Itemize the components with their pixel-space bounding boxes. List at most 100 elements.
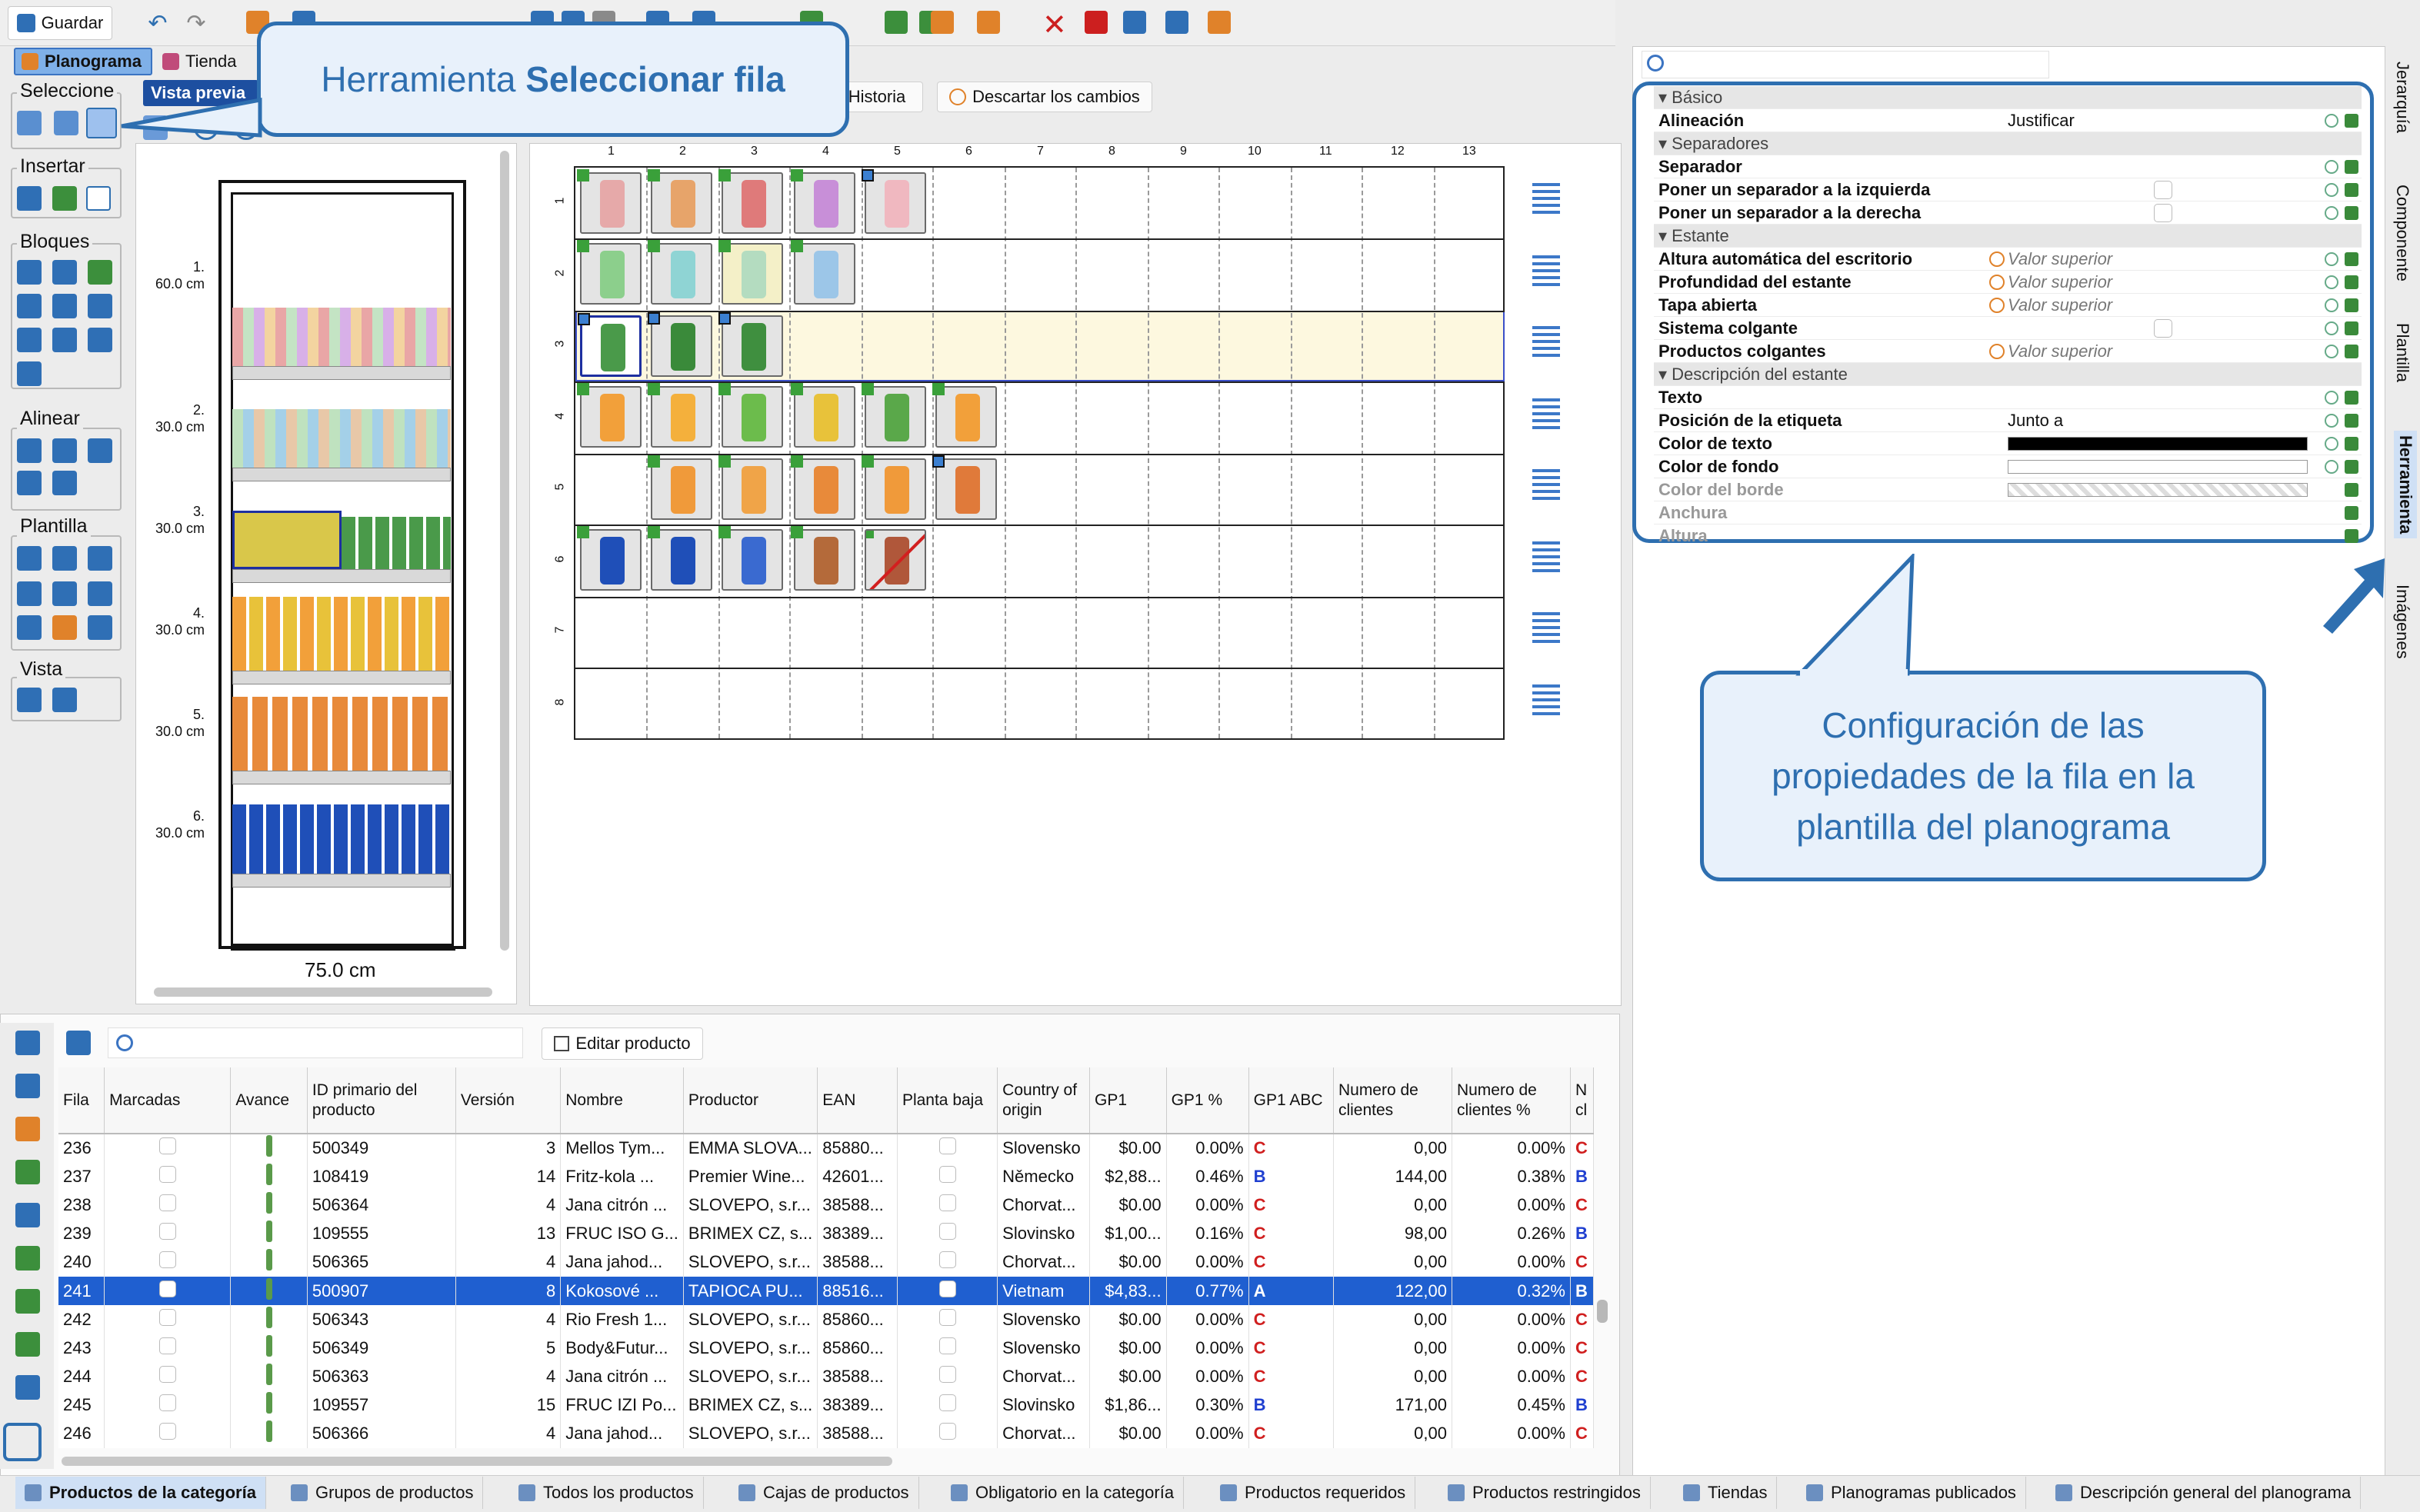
text-color-swatch[interactable] — [2008, 436, 2308, 451]
ground-floor-checkbox[interactable] — [897, 1390, 998, 1420]
separator-right-checkbox[interactable] — [2154, 203, 2172, 222]
preview-hscrollbar[interactable] — [154, 987, 492, 997]
col-planta-baja[interactable]: Planta baja — [897, 1067, 998, 1134]
product-cell[interactable] — [791, 169, 855, 234]
preview-scrollbar[interactable] — [500, 151, 509, 951]
template-tool-4[interactable] — [17, 581, 42, 606]
product-cell[interactable] — [862, 383, 926, 448]
table-vscrollbar[interactable] — [1597, 1300, 1608, 1323]
tab-template[interactable]: Plantilla — [2392, 323, 2412, 382]
sidebar-tool-7[interactable] — [15, 1289, 40, 1314]
prop-separator[interactable]: Separador — [1654, 155, 2362, 178]
marked-checkbox[interactable] — [104, 1191, 232, 1220]
checkbox[interactable] — [938, 1280, 956, 1297]
col-nombre[interactable]: Nombre — [560, 1067, 684, 1134]
swap-icon[interactable] — [1208, 11, 1231, 34]
checkbox[interactable] — [158, 1308, 176, 1326]
hanging-system-checkbox[interactable] — [2154, 318, 2172, 338]
template-tool-2[interactable] — [52, 546, 77, 571]
product-cell[interactable] — [648, 312, 712, 377]
prop-section-shelf-description[interactable]: ▾ Descripción del estante — [1654, 363, 2362, 386]
undo-button[interactable]: ↶ — [142, 6, 173, 40]
sidebar-tool-5[interactable] — [15, 1203, 40, 1227]
template-tool-3[interactable] — [88, 546, 112, 571]
tab-images[interactable]: Imágenes — [2392, 584, 2412, 659]
product-cell[interactable] — [932, 455, 997, 520]
prop-label-position[interactable]: Posición de la etiqueta Junto a — [1654, 409, 2362, 432]
prop-alignment[interactable]: Alineación Justificar — [1654, 109, 2362, 132]
prop-width[interactable]: Anchura — [1654, 501, 2362, 525]
ground-floor-checkbox[interactable] — [897, 1247, 998, 1277]
checkbox[interactable] — [938, 1366, 956, 1384]
ground-floor-checkbox[interactable] — [897, 1419, 998, 1449]
col-version[interactable]: Versión — [455, 1067, 562, 1134]
row-handle-icon[interactable] — [1532, 612, 1560, 647]
prop-text[interactable]: Texto — [1654, 386, 2362, 409]
product-cell[interactable] — [718, 383, 783, 448]
tab-planogram[interactable]: Planograma — [14, 48, 152, 75]
view-tool-1[interactable] — [17, 688, 42, 712]
checkbox[interactable] — [938, 1223, 956, 1241]
block-tool-4[interactable] — [17, 294, 42, 318]
prop-shelf-depth[interactable]: Profundidad del estante Valor superior — [1654, 271, 2362, 294]
bottom-tab-3[interactable]: Todos los productos — [509, 1477, 704, 1509]
product-cell[interactable] — [648, 526, 712, 591]
ground-floor-checkbox[interactable] — [897, 1191, 998, 1220]
col-clients[interactable]: Numero de clientes — [1333, 1067, 1452, 1134]
prop-separator-right[interactable]: Poner un separador a la derecha — [1654, 201, 2362, 225]
table-row[interactable]: 238 506364 4 Jana citrón ... SLOVEPO, s.r...… — [58, 1191, 1595, 1220]
product-cell[interactable] — [718, 526, 783, 591]
separator-left-checkbox[interactable] — [2154, 180, 2172, 199]
prop-background-color[interactable]: Color de fondo — [1654, 455, 2362, 478]
align-right-tool[interactable] — [88, 438, 112, 463]
prop-open-lid[interactable]: Tapa abierta Valor superior — [1654, 294, 2362, 317]
marked-checkbox[interactable] — [104, 1134, 232, 1163]
product-cell[interactable] — [791, 383, 855, 448]
block-tool-9[interactable] — [88, 328, 112, 352]
prop-separator-left[interactable]: Poner un separador a la izquierda — [1654, 178, 2362, 201]
marked-checkbox[interactable] — [104, 1334, 232, 1363]
bottom-tab-4[interactable]: Cajas de productos — [729, 1477, 919, 1509]
checkbox[interactable] — [938, 1308, 956, 1326]
row-handle-icon[interactable] — [1532, 326, 1560, 361]
properties-search[interactable] — [1642, 51, 2049, 78]
product-cell[interactable] — [932, 383, 997, 448]
sidebar-tool-1[interactable] — [15, 1031, 40, 1055]
checkbox[interactable] — [158, 1137, 176, 1155]
ground-floor-checkbox[interactable] — [897, 1134, 998, 1163]
bottom-tab-9[interactable]: Planogramas publicados — [1797, 1477, 2026, 1509]
sidebar-active-tool[interactable] — [3, 1423, 42, 1461]
row-handle-icon[interactable] — [1532, 183, 1560, 218]
select-cell-tool[interactable] — [17, 111, 42, 135]
block-tool-7[interactable] — [17, 328, 42, 352]
sidebar-tool-2[interactable] — [15, 1074, 40, 1098]
no-edit-icon[interactable] — [1123, 11, 1146, 34]
prop-section-shelf[interactable]: ▾ Estante — [1654, 225, 2362, 248]
bottom-tab-5[interactable]: Obligatorio en la categoría — [942, 1477, 1185, 1509]
col-avance[interactable]: Avance — [230, 1067, 308, 1134]
edit-product-button[interactable]: Editar producto — [542, 1027, 703, 1060]
bottom-tab-6[interactable]: Productos requeridos — [1211, 1477, 1416, 1509]
align-columns-tool[interactable] — [52, 471, 77, 495]
redo-button[interactable]: ↷ — [181, 6, 212, 40]
product-cell[interactable] — [718, 169, 783, 234]
col-productor[interactable]: Productor — [683, 1067, 818, 1134]
product-cell[interactable] — [791, 455, 855, 520]
table-row[interactable]: 236 500349 3 Mellos Tym... EMMA SLOVA... 8588… — [58, 1134, 1595, 1163]
table-row[interactable]: 240 506365 4 Jana jahod... SLOVEPO, s.r... 38… — [58, 1247, 1595, 1277]
checkbox[interactable] — [158, 1423, 176, 1440]
product-cell[interactable] — [648, 455, 712, 520]
template-tool-6[interactable] — [88, 581, 112, 606]
align-center-tool[interactable] — [52, 438, 77, 463]
sidebar-tool-9[interactable] — [15, 1375, 40, 1400]
checkbox[interactable] — [158, 1194, 176, 1211]
product-cell[interactable] — [718, 312, 783, 377]
prop-border-color[interactable]: Color del borde — [1654, 478, 2362, 501]
bottom-tab-10[interactable]: Descripción general del planograma — [2046, 1477, 2362, 1509]
background-color-swatch[interactable] — [2008, 459, 2308, 474]
table-row[interactable]: 246 506366 4 Jana jahod... SLOVEPO, s.r... 38… — [58, 1419, 1595, 1449]
row-handle-icon[interactable] — [1532, 541, 1560, 576]
table-view-icon[interactable] — [66, 1031, 91, 1055]
template-tool-5[interactable] — [52, 581, 77, 606]
col-country[interactable]: Country of origin — [997, 1067, 1090, 1134]
